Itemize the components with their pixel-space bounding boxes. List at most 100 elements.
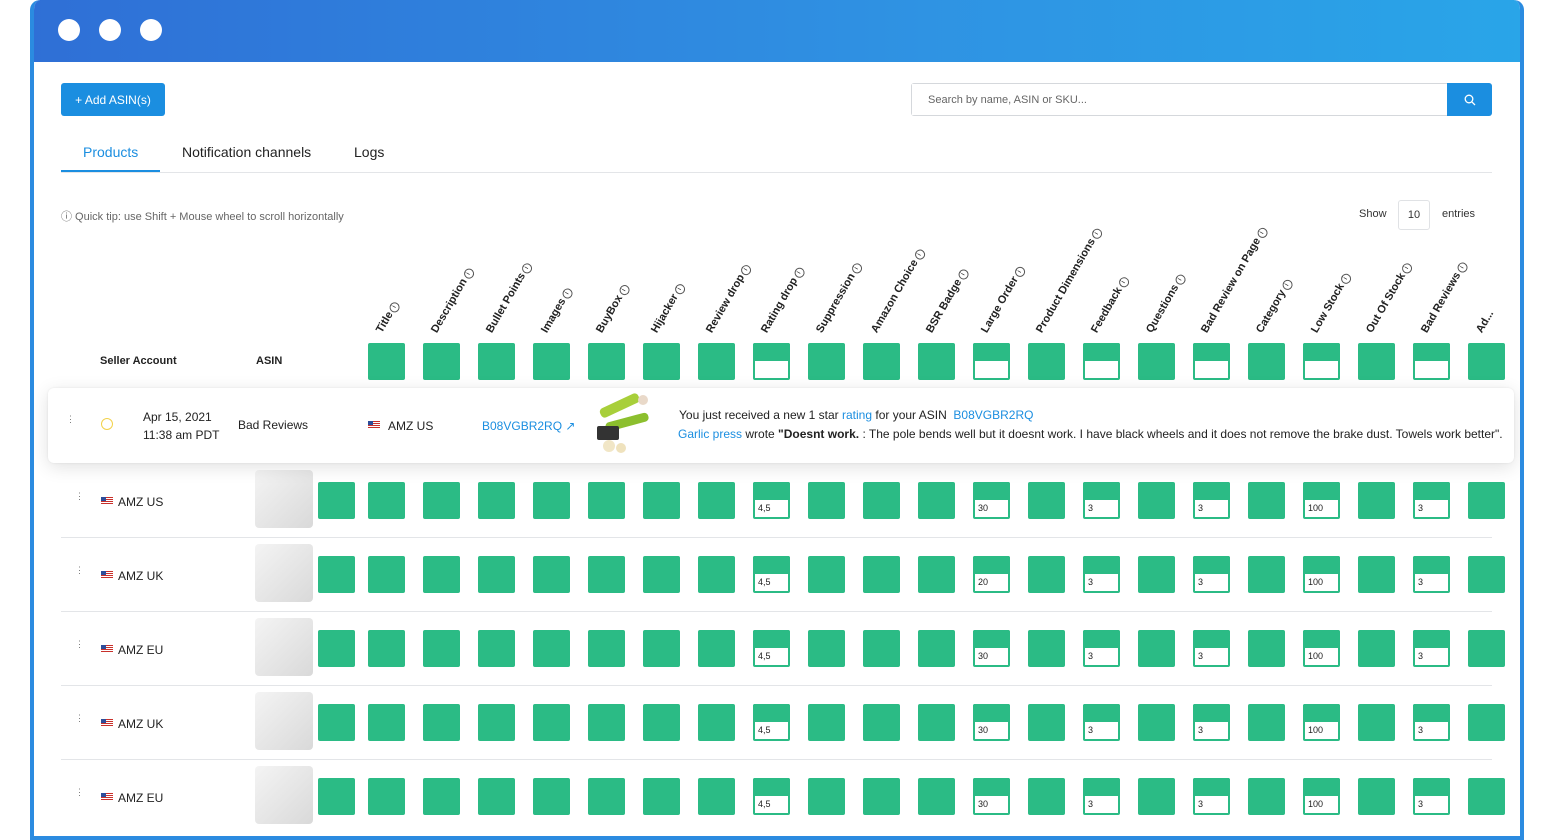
column-header[interactable]: Questionsi: [1144, 272, 1188, 335]
add-asin-button[interactable]: + Add ASIN(s): [61, 83, 165, 116]
status-indicator[interactable]: 3: [1413, 630, 1450, 667]
status-indicator[interactable]: [863, 556, 900, 593]
status-indicator[interactable]: [1248, 482, 1285, 519]
column-header[interactable]: Large Orderi: [979, 264, 1027, 335]
column-header[interactable]: Bullet Pointsi: [484, 260, 535, 335]
column-header[interactable]: Bad Reviewsi: [1419, 260, 1470, 335]
status-indicator[interactable]: 4,5: [753, 482, 790, 519]
status-indicator[interactable]: [588, 343, 625, 380]
rating-link[interactable]: rating: [842, 408, 872, 422]
status-indicator[interactable]: [1358, 556, 1395, 593]
status-indicator[interactable]: 30: [973, 778, 1010, 815]
status-indicator[interactable]: [1358, 778, 1395, 815]
column-header[interactable]: Hijackeri: [649, 282, 687, 335]
column-header[interactable]: BuyBoxi: [594, 283, 632, 335]
column-header[interactable]: Amazon Choicei: [869, 247, 927, 335]
status-indicator[interactable]: [318, 482, 355, 519]
status-indicator[interactable]: 3: [1083, 556, 1120, 593]
status-indicator[interactable]: 3: [1193, 704, 1230, 741]
notification-card[interactable]: ⋮ Apr 15, 2021 11:38 am PDT Bad Reviews …: [48, 388, 1514, 463]
column-header[interactable]: Descriptioni: [429, 266, 476, 335]
status-indicator[interactable]: [1468, 482, 1505, 519]
status-indicator[interactable]: 100: [1303, 704, 1340, 741]
product-link[interactable]: Garlic press: [678, 427, 742, 441]
status-indicator[interactable]: [318, 704, 355, 741]
status-indicator[interactable]: [643, 343, 680, 380]
status-indicator[interactable]: 30: [973, 482, 1010, 519]
status-indicator[interactable]: [318, 630, 355, 667]
status-indicator[interactable]: [918, 343, 955, 380]
status-indicator[interactable]: [1303, 343, 1340, 380]
tab-logs[interactable]: Logs: [354, 144, 384, 160]
status-indicator[interactable]: [808, 630, 845, 667]
status-indicator[interactable]: [918, 482, 955, 519]
status-indicator[interactable]: [1468, 556, 1505, 593]
window-dot-icon[interactable]: [58, 19, 80, 41]
status-indicator[interactable]: 30: [973, 704, 1010, 741]
status-indicator[interactable]: [643, 630, 680, 667]
column-header[interactable]: Out Of Stocki: [1364, 260, 1415, 335]
status-indicator[interactable]: [423, 630, 460, 667]
status-indicator[interactable]: [588, 630, 625, 667]
drag-handle-icon[interactable]: ⋮: [75, 714, 84, 723]
status-indicator[interactable]: [1248, 630, 1285, 667]
status-indicator[interactable]: 3: [1413, 482, 1450, 519]
status-indicator[interactable]: [1358, 704, 1395, 741]
status-indicator[interactable]: 3: [1413, 704, 1450, 741]
status-indicator[interactable]: [423, 482, 460, 519]
status-indicator[interactable]: [698, 556, 735, 593]
status-indicator[interactable]: [368, 482, 405, 519]
message-asin-link[interactable]: B08VGBR2RQ: [953, 408, 1033, 422]
drag-handle-icon[interactable]: ⋮: [66, 415, 75, 424]
status-indicator[interactable]: [1358, 482, 1395, 519]
status-indicator[interactable]: [533, 630, 570, 667]
window-dot-icon[interactable]: [99, 19, 121, 41]
status-indicator[interactable]: [1028, 556, 1065, 593]
status-indicator[interactable]: [808, 778, 845, 815]
status-indicator[interactable]: [1138, 556, 1175, 593]
status-indicator[interactable]: [1358, 630, 1395, 667]
status-indicator[interactable]: [918, 630, 955, 667]
status-indicator[interactable]: [698, 630, 735, 667]
status-indicator[interactable]: [318, 556, 355, 593]
status-indicator[interactable]: [1248, 556, 1285, 593]
column-header[interactable]: Rating dropi: [759, 265, 807, 335]
status-indicator[interactable]: [1138, 704, 1175, 741]
column-header[interactable]: Low Stocki: [1309, 271, 1353, 335]
status-indicator[interactable]: [1248, 343, 1285, 380]
status-indicator[interactable]: [1028, 630, 1065, 667]
status-indicator[interactable]: [808, 343, 845, 380]
status-indicator[interactable]: [478, 778, 515, 815]
status-indicator[interactable]: [1028, 778, 1065, 815]
status-indicator[interactable]: [1138, 482, 1175, 519]
column-header[interactable]: BSR Badgei: [924, 267, 971, 335]
search-input[interactable]: [912, 84, 1447, 115]
status-indicator[interactable]: [1138, 778, 1175, 815]
column-header[interactable]: Categoryi: [1254, 277, 1295, 335]
status-indicator[interactable]: [478, 482, 515, 519]
status-indicator[interactable]: [808, 704, 845, 741]
status-indicator[interactable]: [643, 482, 680, 519]
status-indicator[interactable]: [533, 778, 570, 815]
status-indicator[interactable]: [698, 482, 735, 519]
entries-select[interactable]: 10: [1398, 200, 1430, 230]
column-header[interactable]: Ad...: [1474, 308, 1496, 335]
status-indicator[interactable]: [478, 630, 515, 667]
status-indicator[interactable]: 3: [1413, 778, 1450, 815]
column-header[interactable]: Imagesi: [539, 286, 575, 335]
status-indicator[interactable]: [1358, 343, 1395, 380]
product-image[interactable]: [255, 470, 313, 528]
status-indicator[interactable]: [1083, 343, 1120, 380]
status-indicator[interactable]: [863, 343, 900, 380]
status-indicator[interactable]: [643, 556, 680, 593]
status-indicator[interactable]: [478, 556, 515, 593]
status-indicator[interactable]: [918, 556, 955, 593]
status-indicator[interactable]: 3: [1083, 704, 1120, 741]
column-header[interactable]: Titlei: [374, 299, 402, 335]
status-indicator[interactable]: [808, 556, 845, 593]
status-indicator[interactable]: [698, 778, 735, 815]
status-indicator[interactable]: [423, 704, 460, 741]
status-indicator[interactable]: [588, 482, 625, 519]
status-indicator[interactable]: [368, 343, 405, 380]
drag-handle-icon[interactable]: ⋮: [75, 788, 84, 797]
